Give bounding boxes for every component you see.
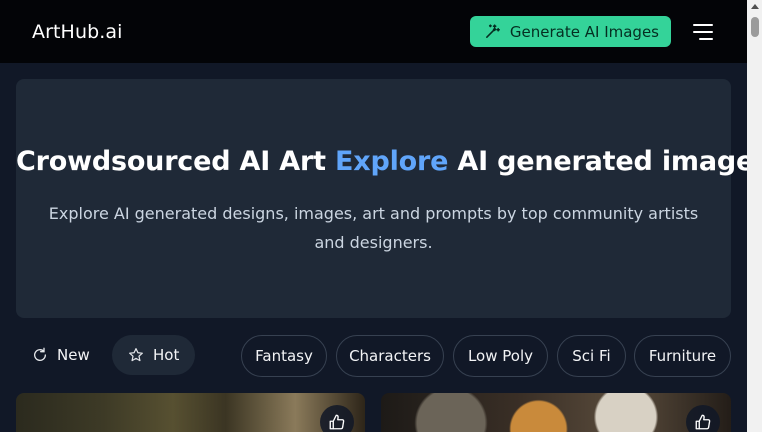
image-card[interactable] — [16, 393, 365, 432]
hero-title: Crowdsourced AI Art Explore AI generated… — [16, 146, 747, 177]
category-furniture[interactable]: Furniture — [634, 335, 731, 377]
logo[interactable]: ArtHub.ai — [32, 21, 123, 43]
tab-hot[interactable]: Hot — [112, 335, 196, 375]
image-card[interactable] — [381, 393, 731, 432]
tab-hot-label: Hot — [153, 346, 180, 364]
scrollbar-thumb[interactable] — [751, 17, 759, 37]
generate-ai-images-button[interactable]: Generate AI Images — [469, 16, 671, 47]
hero-title-accent: Explore — [335, 146, 449, 177]
category-fantasy[interactable]: Fantasy — [241, 335, 327, 377]
hero-banner: Crowdsourced AI Art Explore AI generated… — [16, 79, 747, 318]
filter-bar: New Hot Fantasy Characters Low Poly Sci … — [16, 335, 731, 377]
vertical-scrollbar[interactable] — [747, 0, 762, 432]
hero-title-part2: AI generated images — [448, 146, 747, 177]
top-nav: ArtHub.ai Generate AI Images — [0, 0, 747, 63]
generate-button-label: Generate AI Images — [509, 22, 659, 41]
page: ArtHub.ai Generate AI Images Crowdsource… — [0, 0, 747, 432]
hamburger-menu-icon[interactable] — [693, 23, 713, 40]
category-characters[interactable]: Characters — [336, 335, 444, 377]
header-actions: Generate AI Images — [469, 16, 713, 47]
hero-subtitle: Explore AI generated designs, images, ar… — [48, 204, 699, 252]
magic-wand-icon — [485, 24, 500, 38]
tab-new[interactable]: New — [32, 335, 90, 375]
category-sci-fi[interactable]: Sci Fi — [557, 335, 626, 377]
star-icon — [129, 348, 143, 362]
hero-title-part1: Crowdsourced AI Art — [16, 146, 336, 177]
scroll-up-arrow-icon[interactable] — [751, 4, 759, 9]
thumbs-up-icon — [695, 414, 711, 430]
tab-new-label: New — [57, 346, 90, 364]
like-button[interactable] — [686, 405, 720, 432]
category-low-poly[interactable]: Low Poly — [453, 335, 548, 377]
refresh-icon — [34, 347, 46, 361]
thumbs-up-icon — [329, 414, 345, 430]
like-button[interactable] — [320, 405, 354, 432]
